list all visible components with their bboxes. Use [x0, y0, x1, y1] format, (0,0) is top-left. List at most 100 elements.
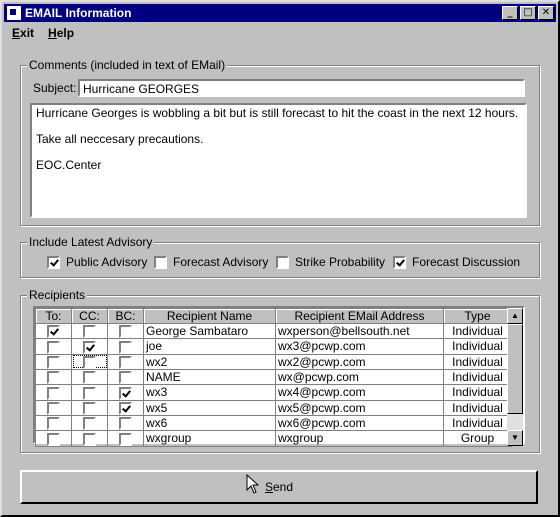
- column-header-to[interactable]: To:: [35, 308, 72, 324]
- strike-probability-option[interactable]: Strike Probability: [276, 255, 385, 269]
- cell-type[interactable]: Individual: [443, 353, 512, 370]
- cell-cc[interactable]: [71, 384, 108, 401]
- cell-email[interactable]: wxgroup: [275, 430, 444, 447]
- cell-bc[interactable]: [107, 368, 144, 386]
- cell-email[interactable]: wx3@pcwp.com: [275, 338, 444, 355]
- table-row[interactable]: wx2 wx2@pcwp.com Individual: [35, 353, 512, 370]
- cell-name[interactable]: George Sambataro: [143, 322, 276, 340]
- table-row[interactable]: wx5 wx5@pcwp.com Individual: [35, 399, 512, 416]
- cell-bc[interactable]: [107, 399, 144, 416]
- cell-name[interactable]: wxgroup: [143, 430, 276, 447]
- subject-input[interactable]: Hurricane GEORGES: [78, 79, 525, 97]
- to-checkbox[interactable]: [47, 417, 60, 430]
- forecast-discussion-checkbox[interactable]: [393, 255, 406, 269]
- cell-to[interactable]: [35, 430, 72, 447]
- cc-checkbox[interactable]: [83, 401, 96, 415]
- cell-email[interactable]: wx2@pcwp.com: [275, 353, 444, 370]
- forecast-advisory-checkbox[interactable]: [154, 255, 167, 269]
- cell-email[interactable]: wx@pcwp.com: [275, 368, 444, 386]
- cc-checkbox[interactable]: [83, 355, 96, 369]
- to-checkbox[interactable]: [47, 432, 60, 446]
- public-advisory-option[interactable]: Public Advisory: [47, 255, 147, 269]
- maximize-button[interactable]: □: [520, 6, 536, 20]
- cell-email[interactable]: wxperson@bellsouth.net: [275, 322, 444, 340]
- cell-type[interactable]: Individual: [443, 322, 512, 340]
- to-checkbox[interactable]: [47, 325, 60, 338]
- cc-checkbox[interactable]: [83, 340, 96, 354]
- cell-name[interactable]: joe: [143, 338, 276, 355]
- table-row[interactable]: George Sambataro wxperson@bellsouth.net In…: [35, 322, 512, 340]
- public-advisory-checkbox[interactable]: [47, 255, 60, 269]
- cell-bc[interactable]: [107, 338, 144, 355]
- title-bar[interactable]: EMAIL Information _ □ ✕: [4, 4, 556, 22]
- cell-cc[interactable]: [71, 368, 108, 386]
- cell-email[interactable]: wx6@pcwp.com: [275, 414, 444, 432]
- bc-checkbox[interactable]: [119, 355, 132, 369]
- cell-cc[interactable]: [71, 322, 108, 340]
- cell-email[interactable]: wx5@pcwp.com: [275, 399, 444, 416]
- table-row[interactable]: joe wx3@pcwp.com Individual: [35, 338, 512, 355]
- cell-type[interactable]: Individual: [443, 399, 512, 416]
- forecast-advisory-option[interactable]: Forecast Advisory: [154, 255, 268, 269]
- cell-to[interactable]: [35, 399, 72, 416]
- to-checkbox[interactable]: [47, 386, 60, 400]
- cell-email[interactable]: wx4@pcwp.com: [275, 384, 444, 401]
- cell-name[interactable]: wx6: [143, 414, 276, 432]
- table-row[interactable]: wx6 wx6@pcwp.com Individual: [35, 414, 512, 432]
- bc-checkbox[interactable]: [119, 340, 132, 354]
- cell-to[interactable]: [35, 414, 72, 432]
- table-row[interactable]: wxgroup wxgroup Group: [35, 430, 512, 447]
- column-header-name[interactable]: Recipient Name: [143, 308, 276, 324]
- cc-checkbox[interactable]: [83, 417, 96, 430]
- table-row[interactable]: wx3 wx4@pcwp.com Individual: [35, 384, 512, 401]
- bc-checkbox[interactable]: [119, 401, 132, 415]
- close-button[interactable]: ✕: [538, 6, 554, 20]
- menu-exit[interactable]: Exit: [12, 24, 34, 42]
- cell-cc[interactable]: [71, 338, 108, 355]
- cell-type[interactable]: Individual: [443, 338, 512, 355]
- menu-help[interactable]: Help: [48, 24, 74, 42]
- bc-checkbox[interactable]: [119, 417, 132, 430]
- cell-name[interactable]: wx5: [143, 399, 276, 416]
- column-header-bc[interactable]: BC:: [107, 308, 144, 324]
- cell-type[interactable]: Individual: [443, 384, 512, 401]
- vertical-scrollbar[interactable]: ▲ ▼: [507, 308, 523, 446]
- minimize-button[interactable]: _: [502, 6, 518, 20]
- to-checkbox[interactable]: [47, 401, 60, 415]
- bc-checkbox[interactable]: [119, 325, 132, 338]
- cell-type[interactable]: Individual: [443, 414, 512, 432]
- scroll-thumb[interactable]: [507, 324, 523, 414]
- bc-checkbox[interactable]: [119, 432, 132, 446]
- cell-name[interactable]: wx2: [143, 353, 276, 370]
- message-body-textarea[interactable]: Hurricane Georges is wobbling a bit but …: [30, 103, 527, 218]
- cell-to[interactable]: [35, 368, 72, 386]
- forecast-discussion-option[interactable]: Forecast Discussion: [393, 255, 520, 269]
- cell-name[interactable]: wx3: [143, 384, 276, 401]
- send-button[interactable]: Send: [20, 470, 538, 504]
- cell-to[interactable]: [35, 353, 72, 370]
- to-checkbox[interactable]: [47, 340, 60, 354]
- cell-bc[interactable]: [107, 430, 144, 447]
- cell-bc[interactable]: [107, 353, 144, 370]
- cc-checkbox[interactable]: [83, 371, 96, 384]
- column-header-cc[interactable]: CC:: [71, 308, 108, 324]
- cc-checkbox[interactable]: [83, 432, 96, 446]
- cell-bc[interactable]: [107, 322, 144, 340]
- cell-cc[interactable]: [71, 353, 108, 370]
- cell-cc[interactable]: [71, 399, 108, 416]
- scroll-down-icon[interactable]: ▼: [507, 430, 523, 446]
- bc-checkbox[interactable]: [119, 386, 132, 400]
- table-row[interactable]: NAME wx@pcwp.com Individual: [35, 368, 512, 386]
- cell-to[interactable]: [35, 384, 72, 401]
- cell-to[interactable]: [35, 338, 72, 355]
- cell-cc[interactable]: [71, 430, 108, 447]
- cell-bc[interactable]: [107, 414, 144, 432]
- to-checkbox[interactable]: [47, 371, 60, 384]
- cc-checkbox[interactable]: [83, 325, 96, 338]
- cc-checkbox[interactable]: [83, 386, 96, 400]
- cell-to[interactable]: [35, 322, 72, 340]
- column-header-email[interactable]: Recipient EMail Address: [275, 308, 444, 324]
- to-checkbox[interactable]: [47, 355, 60, 369]
- recipients-grid[interactable]: To: CC: BC: Recipient Name Recipient EMa…: [33, 306, 525, 447]
- bc-checkbox[interactable]: [119, 371, 132, 384]
